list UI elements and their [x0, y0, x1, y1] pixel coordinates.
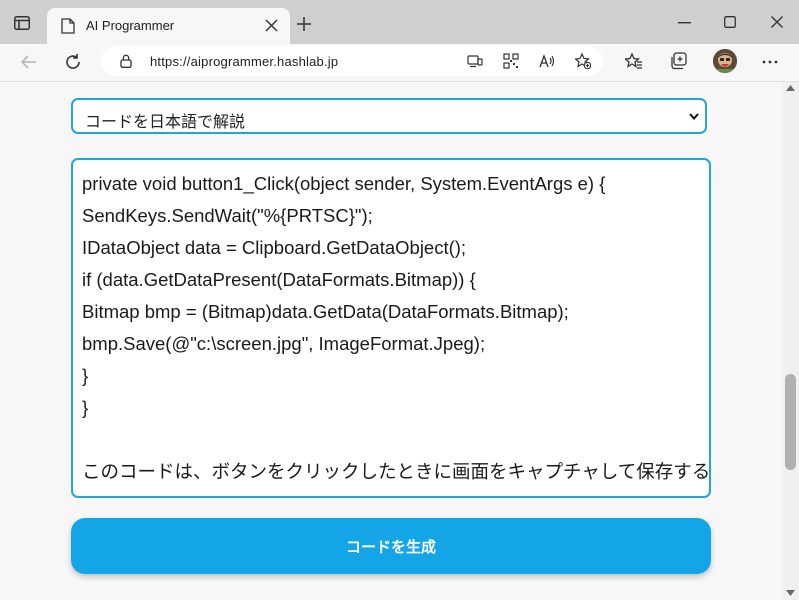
- favorites-icon[interactable]: [625, 52, 643, 70]
- scrollbar-thumb[interactable]: [785, 374, 796, 470]
- page-icon: [61, 18, 75, 34]
- close-window-icon[interactable]: [771, 16, 783, 28]
- code-line: このコードは、ボタンをクリックしたときに画面をキャプチャして保存するものです。: [82, 461, 711, 482]
- collections-icon[interactable]: [670, 52, 688, 70]
- chevron-down-icon: [689, 113, 699, 120]
- scroll-up-icon[interactable]: [786, 85, 795, 91]
- minimize-icon[interactable]: [678, 22, 691, 24]
- qr-code-icon[interactable]: [503, 53, 519, 69]
- tab-actions-icon[interactable]: [14, 16, 30, 30]
- code-line: if (data.GetDataPresent(DataFormats.Bitm…: [82, 269, 476, 290]
- page-viewport: コードを日本語で解説 private void button1_Click(ob…: [0, 82, 782, 600]
- code-line: private void button1_Click(object sender…: [82, 173, 606, 194]
- code-line: bmp.Save(@"c:\screen.jpg", ImageFormat.J…: [82, 333, 486, 354]
- more-icon[interactable]: [762, 60, 778, 64]
- code-line: }: [82, 397, 89, 418]
- code-text: private void button1_Click(object sender…: [82, 168, 711, 488]
- scroll-down-icon[interactable]: [786, 590, 795, 596]
- plus-icon[interactable]: [297, 17, 311, 31]
- add-favorite-icon[interactable]: [575, 53, 591, 69]
- app-available-icon[interactable]: [467, 53, 483, 69]
- read-aloud-icon[interactable]: [539, 53, 555, 69]
- mode-select[interactable]: コードを日本語で解説: [71, 98, 707, 134]
- browser-tab[interactable]: AI Programmer: [47, 8, 290, 44]
- url-text[interactable]: https://aiprogrammer.hashlab.jp: [150, 54, 338, 69]
- back-arrow-icon[interactable]: [20, 53, 38, 71]
- code-line: }: [82, 365, 89, 386]
- maximize-icon[interactable]: [724, 16, 736, 28]
- scrollbar[interactable]: [782, 82, 799, 600]
- lock-icon[interactable]: [120, 54, 132, 68]
- code-output-textarea[interactable]: private void button1_Click(object sender…: [71, 158, 711, 498]
- code-line: IDataObject data = Clipboard.GetDataObje…: [82, 237, 467, 258]
- generate-code-button[interactable]: コードを生成: [71, 518, 711, 574]
- code-line: Bitmap bmp = (Bitmap)data.GetData(DataFo…: [82, 301, 569, 322]
- close-icon[interactable]: [265, 19, 278, 32]
- mode-select-value: コードを日本語で解説: [85, 114, 246, 131]
- browser-toolbar: https://aiprogrammer.hashlab.jp: [0, 44, 799, 82]
- code-line: SendKeys.SendWait("%{PRTSC}");: [82, 205, 373, 226]
- avatar-image: [713, 49, 737, 73]
- avatar[interactable]: [713, 49, 737, 73]
- tab-strip: AI Programmer: [0, 0, 799, 44]
- refresh-icon[interactable]: [64, 53, 82, 71]
- tab-title: AI Programmer: [86, 18, 175, 33]
- address-bar[interactable]: https://aiprogrammer.hashlab.jp: [101, 46, 603, 76]
